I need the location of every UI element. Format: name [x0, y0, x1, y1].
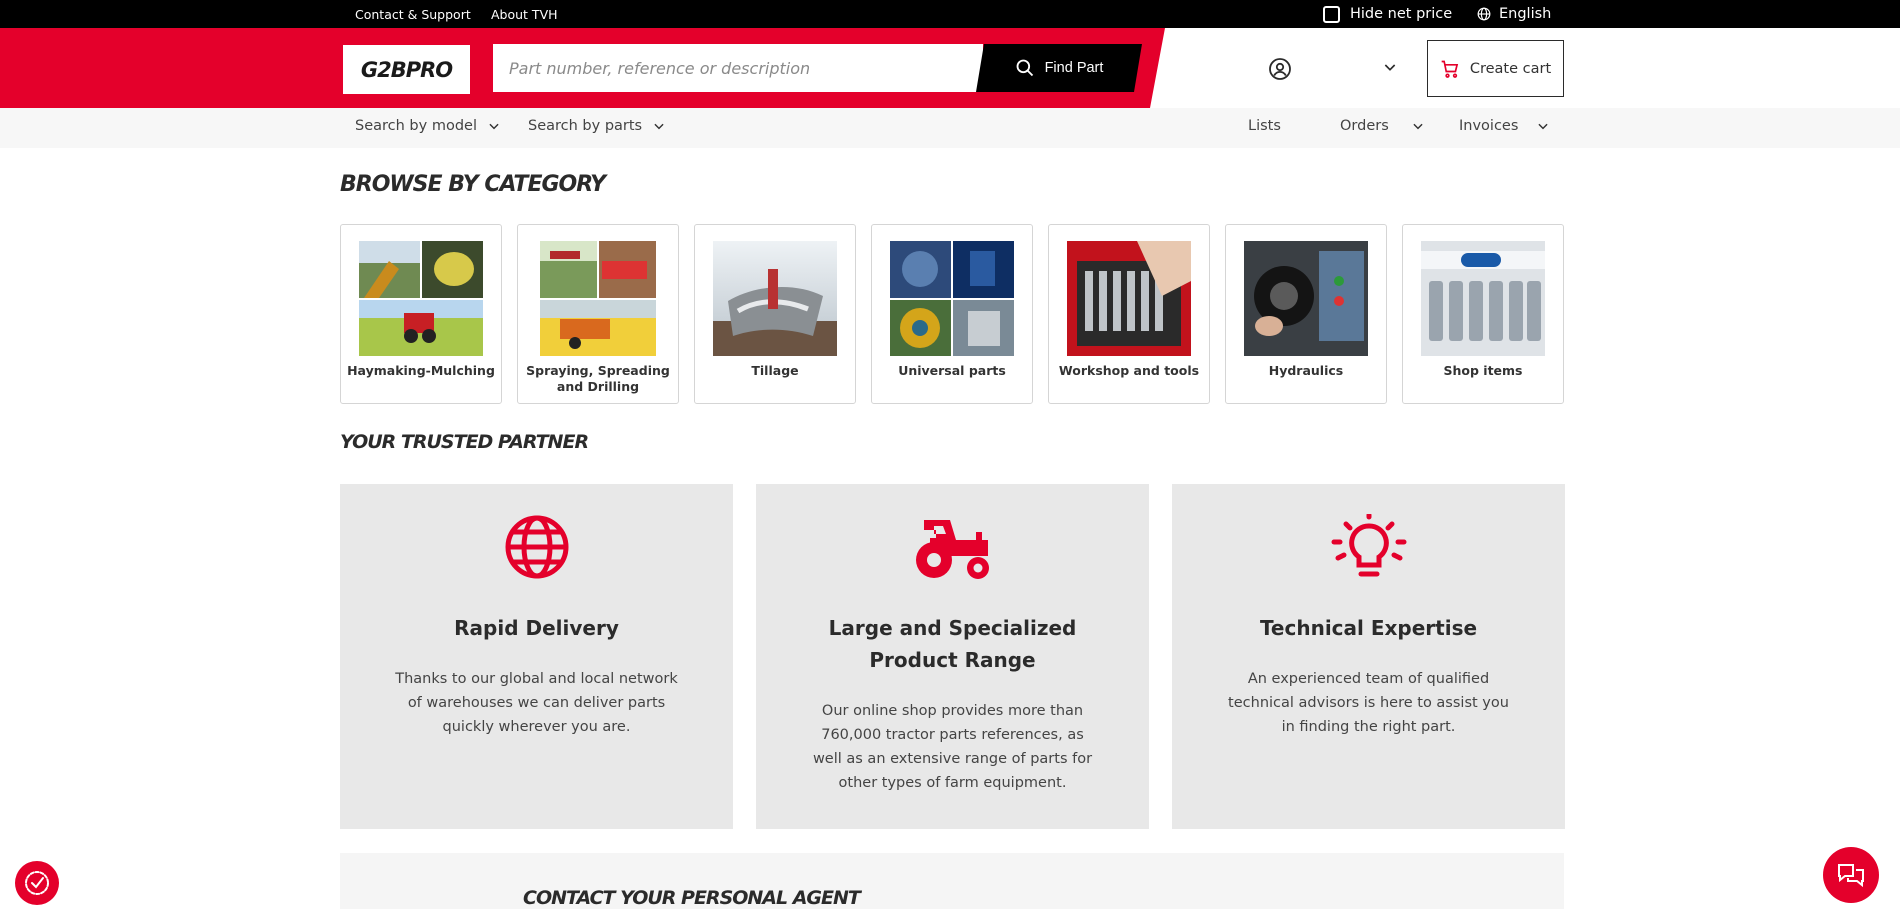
chevron-down-icon: [654, 123, 664, 130]
chevron-down-icon: [489, 123, 499, 130]
nav-orders[interactable]: Orders: [1340, 118, 1425, 134]
about-tvh-link[interactable]: About TVH: [491, 7, 558, 22]
search-icon: [1015, 58, 1035, 78]
category-workshop-tools[interactable]: Workshop and tools: [1048, 224, 1210, 404]
create-cart-label: Create cart: [1469, 60, 1552, 77]
hide-net-price-label: Hide net price: [1350, 6, 1453, 22]
category-tillage[interactable]: Tillage: [694, 224, 856, 404]
category-universal-parts[interactable]: Universal parts: [871, 224, 1033, 404]
checkbox-icon[interactable]: [1323, 5, 1340, 23]
category-hydraulics[interactable]: Hydraulics: [1225, 224, 1387, 404]
partner-card-title: Rapid Delivery: [454, 616, 619, 640]
chevron-down-icon: [1538, 123, 1549, 130]
category-label: Spraying, Spreading and Drilling: [526, 363, 670, 394]
trusted-partner-title: YOUR TRUSTED PARTNER: [340, 431, 589, 453]
tractor-icon: [915, 520, 989, 579]
partner-card-title: Technical Expertise: [1259, 616, 1478, 640]
create-cart-button[interactable]: Create cart: [1427, 40, 1564, 97]
cookie-consent-button[interactable]: [15, 861, 59, 905]
consent-check-icon: [25, 871, 49, 895]
account-icon[interactable]: [1268, 57, 1292, 81]
contact-agent-section: CONTACT YOUR PERSONAL AGENT: [340, 853, 1564, 909]
find-part-button[interactable]: Find Part: [976, 44, 1142, 92]
nav-lists-label: Lists: [1248, 118, 1281, 134]
partner-card-product-range: Large and Specialized Product Range Our …: [756, 484, 1149, 829]
partner-card-text: Thanks to our global and local network o…: [395, 671, 678, 735]
category-haymaking-mulching[interactable]: Haymaking-Mulching: [340, 224, 502, 404]
category-label: Workshop and tools: [1058, 363, 1200, 378]
category-label: Haymaking-Mulching: [347, 363, 495, 378]
partner-card-text: Our online shop provides more than 760,0…: [812, 703, 1093, 791]
category-workshop-tools-image: [1067, 241, 1191, 356]
category-label: Tillage: [751, 363, 799, 378]
partner-card-rapid-delivery: Rapid Delivery Thanks to our global and …: [340, 484, 733, 829]
header: G2BPRO Find Part Create cart: [0, 28, 1900, 108]
nav-search-by-parts[interactable]: Search by parts: [528, 118, 666, 134]
nav-orders-label: Orders: [1340, 118, 1389, 134]
category-shop-items[interactable]: Shop items: [1402, 224, 1564, 404]
lightbulb-icon: [1331, 514, 1406, 577]
top-bar: Contact & Support About TVH Hide net pri…: [0, 0, 1900, 28]
nav-search-by-parts-label: Search by parts: [528, 118, 643, 134]
language-selector[interactable]: English: [1477, 4, 1551, 24]
nav-invoices-label: Invoices: [1459, 118, 1519, 134]
globe-small-icon: [1477, 7, 1491, 21]
category-hydraulics-image: [1244, 241, 1368, 356]
hide-net-price-toggle[interactable]: Hide net price: [1323, 4, 1452, 24]
chat-bubbles-icon: [1838, 864, 1864, 888]
nav-bar: Search by model Search by parts Lists Or…: [0, 108, 1900, 148]
nav-lists[interactable]: Lists: [1248, 118, 1281, 134]
nav-invoices[interactable]: Invoices: [1459, 118, 1550, 134]
partner-card-technical-expertise: Technical Expertise An experienced team …: [1172, 484, 1565, 829]
category-label: Shop items: [1443, 363, 1523, 378]
category-haymaking-mulching-image: [359, 241, 483, 356]
chevron-down-icon: [1413, 123, 1423, 130]
category-spraying-spreading-drilling[interactable]: Spraying, Spreading and Drilling: [517, 224, 679, 404]
nav-search-by-model[interactable]: Search by model: [355, 118, 501, 134]
logo[interactable]: G2BPRO: [343, 45, 470, 94]
contact-agent-title: CONTACT YOUR PERSONAL AGENT: [523, 887, 861, 909]
account-chevron-down-icon[interactable]: [1382, 59, 1398, 75]
partner-card-text: An experienced team of qualified technic…: [1228, 671, 1509, 735]
category-tillage-image: [713, 241, 837, 356]
category-label: Hydraulics: [1268, 363, 1344, 378]
category-label: Universal parts: [898, 363, 1006, 378]
cart-icon: [1441, 60, 1458, 78]
logo-text: G2BPRO: [360, 57, 453, 82]
category-shop-items-image: [1421, 241, 1545, 356]
find-part-label: Find Part: [1044, 60, 1104, 76]
search-input[interactable]: [493, 44, 983, 92]
contact-support-link[interactable]: Contact & Support: [355, 7, 471, 22]
globe-icon: [505, 515, 568, 579]
partner-card-title: Large and Specialized Product Range: [828, 616, 1077, 672]
category-universal-parts-image: [890, 241, 1014, 356]
category-spraying-image: [540, 241, 656, 356]
chat-button[interactable]: [1823, 847, 1879, 903]
browse-category-title: BROWSE BY CATEGORY: [340, 172, 606, 197]
nav-search-by-model-label: Search by model: [355, 118, 477, 134]
language-label: English: [1499, 6, 1552, 22]
